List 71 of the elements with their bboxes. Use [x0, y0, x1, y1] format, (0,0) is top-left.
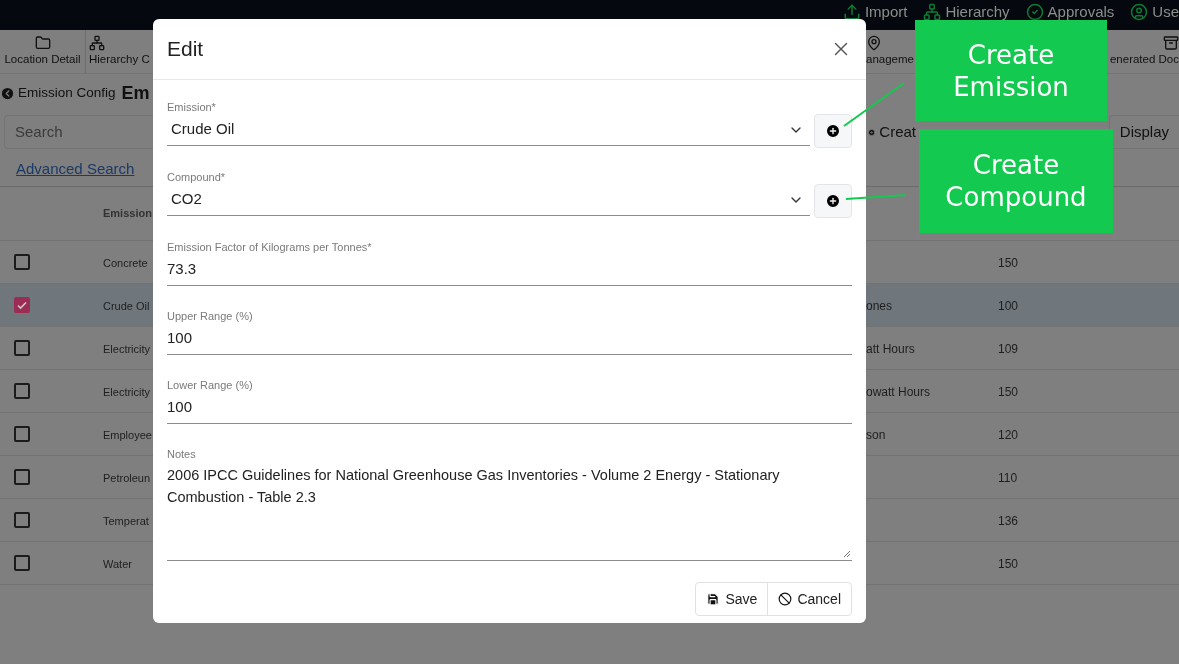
- input-field[interactable]: 100: [167, 392, 852, 424]
- field-label: Upper Range (%): [167, 309, 254, 323]
- input-field[interactable]: 100: [167, 323, 852, 355]
- table-cell: 136: [998, 514, 1019, 528]
- table-cell: Electricity: [103, 343, 151, 355]
- dialog-title: Edit: [167, 36, 204, 63]
- table-cell: 109: [998, 342, 1019, 356]
- row-checkbox[interactable]: [14, 555, 30, 571]
- callout-label: Create Compound: [919, 129, 1113, 233]
- resize-handle-icon: [843, 550, 851, 558]
- notes-field[interactable]: 2006 IPCC Guidelines for National Greenhouse Gas Inventories - Volume 2 Energy - Stationary Combustion - Table 2.3: [167, 461, 852, 561]
- table-cell: Temperat: [103, 515, 149, 527]
- folder-icon: [34, 34, 51, 51]
- field-label: Lower Range (%): [167, 378, 254, 392]
- row-checkbox[interactable]: [14, 254, 30, 270]
- table-cell: 120: [998, 428, 1019, 442]
- top-nav-link[interactable]: Import: [842, 1, 908, 24]
- leader-line: [843, 82, 905, 127]
- toolbar-button[interactable]: enerated Doc: [1107, 30, 1179, 73]
- callout-label: Create Emission: [915, 20, 1107, 121]
- input-field[interactable]: 73.3: [167, 254, 852, 286]
- hierarchy-icon: [923, 3, 942, 22]
- add-button[interactable]: [814, 114, 852, 148]
- row-checkbox[interactable]: [14, 383, 30, 399]
- table-cell: 100: [998, 299, 1019, 313]
- hierarchy-icon: [89, 34, 105, 51]
- table-cell: 150: [998, 256, 1019, 270]
- row-checkbox[interactable]: [14, 512, 30, 528]
- save-button[interactable]: Save: [696, 583, 768, 615]
- table-cell: att Hours: [866, 342, 915, 356]
- row-checkbox[interactable]: [14, 340, 30, 356]
- toolbar-button[interactable]: Location Detail: [0, 30, 86, 73]
- back-button[interactable]: Emission Config: [0, 82, 118, 104]
- top-nav-link[interactable]: Use: [1130, 1, 1179, 24]
- table-cell: Employee: [103, 429, 152, 441]
- field-label: Emission*: [167, 100, 217, 114]
- leader-line: [845, 194, 907, 200]
- table-cell: owatt Hours: [866, 385, 931, 399]
- save-icon: [706, 592, 721, 606]
- table-cell: Water: [103, 558, 132, 570]
- table-cell: Concrete: [103, 257, 148, 269]
- table-cell: 110: [998, 471, 1018, 485]
- field-label: Notes: [167, 447, 197, 461]
- table-cell: Crude Oil: [103, 300, 150, 312]
- add-button[interactable]: [814, 184, 852, 218]
- column-header: Emission: [103, 206, 152, 222]
- table-cell: Petroleun: [103, 472, 151, 484]
- row-checkbox[interactable]: [14, 297, 30, 313]
- select-field[interactable]: Crude Oil: [167, 114, 810, 146]
- upload-icon: [842, 3, 861, 22]
- page-title: Em: [121, 81, 150, 105]
- table-cell: 150: [998, 557, 1019, 571]
- check-circle-icon: [1025, 3, 1044, 22]
- user-icon: [1130, 3, 1149, 22]
- cancel-icon: [778, 592, 793, 606]
- select-field[interactable]: CO2: [167, 184, 810, 216]
- field-label: Emission Factor of Kilograms per Tonnes*: [167, 240, 373, 254]
- table-cell: 150: [998, 385, 1019, 399]
- row-checkbox[interactable]: [14, 469, 30, 485]
- check-icon: [16, 299, 28, 311]
- create-button[interactable]: Creat: [866, 115, 916, 149]
- table-cell: son: [866, 428, 886, 442]
- toolbar-button[interactable]: Hierarchy C: [86, 30, 152, 73]
- pin-icon: [866, 34, 882, 51]
- table-cell: Electricity: [103, 386, 151, 398]
- archive-icon: [1163, 34, 1179, 51]
- row-checkbox[interactable]: [14, 426, 30, 442]
- table-cell: ones: [866, 299, 893, 313]
- field-label: Compound*: [167, 170, 227, 184]
- toolbar-button[interactable]: anageme: [866, 30, 914, 73]
- cancel-button[interactable]: Cancel: [767, 583, 851, 615]
